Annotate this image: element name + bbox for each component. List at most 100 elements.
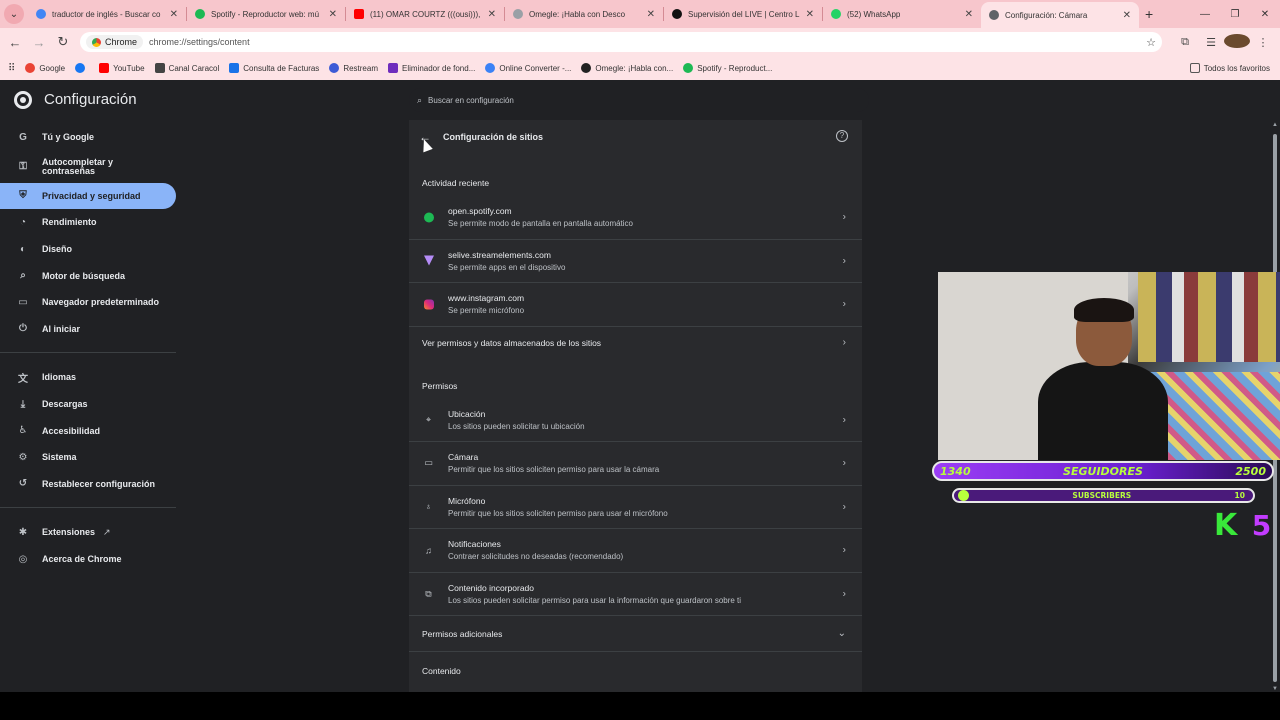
wrench-icon: ⚙ bbox=[18, 451, 28, 463]
tab-strip: ⌄ traductor de inglés - Buscar co ✕ Spoti… bbox=[0, 0, 1280, 28]
star-icon[interactable]: ☆ bbox=[1146, 36, 1156, 49]
close-icon[interactable]: ✕ bbox=[1123, 10, 1131, 21]
tab-6[interactable]: (52) WhatsApp ✕ bbox=[823, 0, 981, 28]
chevron-right-icon: › bbox=[842, 588, 846, 600]
caracol-icon bbox=[154, 63, 165, 73]
scroll-up-icon[interactable]: ▲ bbox=[1272, 122, 1278, 128]
sidebar-item-you-and-google[interactable]: G Tú y Google bbox=[0, 124, 180, 151]
bookmark-omegle[interactable]: Omegle: ¡Habla con... bbox=[581, 63, 673, 73]
folder-icon bbox=[1189, 63, 1200, 73]
permission-row-microphone[interactable]: ♁ Micrófono Permitir que los sitios soli… bbox=[409, 486, 862, 529]
tab-1[interactable]: traductor de inglés - Buscar co ✕ bbox=[28, 0, 186, 28]
extensions-icon[interactable]: ⧉ bbox=[1172, 36, 1198, 49]
sidebar-item-default-browser[interactable]: ▭ Navegador predeterminado bbox=[0, 289, 180, 316]
view-permissions-link[interactable]: Ver permisos y datos almacenados de los … bbox=[409, 327, 862, 359]
close-window-icon[interactable]: ✕ bbox=[1250, 9, 1280, 20]
key-icon: ⚿ bbox=[19, 161, 27, 173]
search-input[interactable]: ⌕ Buscar en configuración bbox=[409, 88, 869, 112]
recent-row-instagram[interactable]: www.instagram.com Se permite micrófono › bbox=[409, 283, 862, 327]
puzzle-icon: ✱ bbox=[18, 526, 28, 538]
close-icon[interactable]: ✕ bbox=[488, 9, 496, 20]
tab-7-active[interactable]: Configuración: Cámara ✕ bbox=[981, 2, 1139, 28]
reload-icon[interactable]: ↻ bbox=[51, 34, 75, 50]
settings-header: Configuración ⌕ Buscar en configuración bbox=[0, 80, 1280, 120]
bookmark-google[interactable]: Google bbox=[25, 63, 65, 73]
spotify-icon bbox=[195, 9, 205, 19]
translate-icon: 文 bbox=[18, 373, 28, 385]
profile-avatar[interactable] bbox=[1224, 33, 1250, 51]
bookmark-caracol[interactable]: Canal Caracol bbox=[154, 63, 219, 73]
chrome-icon: ◎ bbox=[18, 553, 28, 565]
chrome-icon bbox=[92, 37, 101, 47]
sidebar-item-search-engine[interactable]: ⌕ Motor de búsqueda bbox=[0, 262, 180, 289]
url-text[interactable]: chrome://settings/content bbox=[149, 37, 250, 47]
permission-row-notifications[interactable]: ♫ Notificaciones Contraer solicitudes no… bbox=[409, 529, 862, 573]
close-icon[interactable]: ✕ bbox=[329, 9, 337, 20]
address-bar[interactable]: Chrome chrome://settings/content ☆ bbox=[80, 32, 1162, 52]
bookmark-facebook[interactable] bbox=[75, 63, 89, 73]
close-icon[interactable]: ✕ bbox=[806, 9, 814, 20]
close-icon[interactable]: ✕ bbox=[647, 9, 655, 20]
tab-2[interactable]: Spotify - Reproductor web: mú ✕ bbox=[187, 0, 345, 28]
sidebar-item-system[interactable]: ⚙ Sistema bbox=[0, 444, 180, 471]
tab-3[interactable]: (11) OMAR COURTZ (((ousi))), ✕ bbox=[346, 0, 504, 28]
sidebar-item-languages[interactable]: 文 Idiomas bbox=[0, 364, 180, 391]
omegle-icon bbox=[513, 9, 523, 19]
sidebar-item-extensions[interactable]: ✱ Extensiones ↗ bbox=[0, 519, 180, 546]
followers-label: SEGUIDORES bbox=[1063, 464, 1143, 478]
additional-permissions-expander[interactable]: Permisos adicionales ⌄ bbox=[409, 616, 862, 652]
more-menu-icon[interactable]: ⋮ bbox=[1250, 36, 1276, 49]
tab-4[interactable]: Omegle: ¡Habla con Desco ✕ bbox=[505, 0, 663, 28]
bookmark-converter[interactable]: Online Converter -... bbox=[485, 63, 571, 73]
sidebar-item-appearance[interactable]: ◐ Diseño bbox=[0, 236, 180, 263]
sidebar-item-on-startup[interactable]: ⏻ Al iniciar bbox=[0, 316, 180, 343]
sidebar-item-accessibility[interactable]: ♿ Accesibilidad bbox=[0, 417, 180, 444]
bookmark-youtube[interactable]: YouTube bbox=[99, 63, 145, 73]
permission-row-camera[interactable]: ▭ Cámara Permitir que los sitios solicit… bbox=[409, 442, 862, 486]
recent-row-spotify[interactable]: open.spotify.com Se permite modo de pant… bbox=[409, 196, 862, 240]
window-controls: — ❐ ✕ bbox=[1190, 0, 1280, 28]
chevron-right-icon: › bbox=[842, 544, 846, 556]
toolbar: ← → ↻ Chrome chrome://settings/content ☆… bbox=[0, 28, 1280, 56]
sidebar-item-reset[interactable]: ↺ Restablecer configuración bbox=[0, 471, 180, 498]
help-icon[interactable]: ? bbox=[836, 130, 848, 142]
site-chip[interactable]: Chrome bbox=[86, 35, 144, 49]
bookmark-spotify[interactable]: Spotify - Reproduct... bbox=[683, 63, 772, 73]
sidebar: G Tú y Google ⚿ Autocompletar y contraseña… bbox=[0, 124, 180, 572]
power-icon: ⏻ bbox=[19, 323, 27, 335]
chevron-right-icon: › bbox=[842, 457, 846, 469]
sidebar-item-performance[interactable]: ◔ Rendimiento bbox=[0, 209, 180, 236]
browser-icon: ▭ bbox=[18, 296, 28, 308]
back-icon[interactable]: ← bbox=[3, 35, 27, 50]
bookmark-restream[interactable]: Restream bbox=[329, 63, 378, 73]
new-tab-button[interactable]: + bbox=[1145, 6, 1153, 22]
reading-list-icon[interactable]: ☰ bbox=[1198, 36, 1224, 49]
bookmark-eliminador[interactable]: Eliminador de fond... bbox=[388, 63, 475, 73]
all-bookmarks[interactable]: Todos los favoritos bbox=[1189, 63, 1270, 73]
progress-knob bbox=[958, 490, 969, 501]
permission-row-location[interactable]: ⌖ Ubicación Los sitios pueden solicitar … bbox=[409, 399, 862, 442]
chevron-right-icon: › bbox=[842, 255, 846, 267]
gear-icon bbox=[989, 10, 999, 20]
close-icon[interactable]: ✕ bbox=[965, 9, 973, 20]
forward-icon[interactable]: → bbox=[27, 35, 51, 50]
tab-search-button[interactable]: ⌄ bbox=[4, 4, 24, 24]
speedometer-icon: ◔ bbox=[19, 216, 27, 228]
minimize-icon[interactable]: — bbox=[1190, 9, 1220, 20]
subscribers-goal-bar: SUBSCRIBERS 10 bbox=[952, 488, 1255, 503]
recent-row-streamelements[interactable]: selive.streamelements.com Se permite app… bbox=[409, 240, 862, 283]
bookmark-facturas[interactable]: Consulta de Facturas bbox=[229, 63, 319, 73]
subscribers-goal: 10 bbox=[1234, 491, 1245, 500]
close-icon[interactable]: ✕ bbox=[170, 9, 178, 20]
channel-badge: K 5 bbox=[1214, 508, 1274, 543]
sidebar-item-autofill[interactable]: ⚿ Autocompletar y contraseñas bbox=[0, 151, 180, 183]
chevron-right-icon: › bbox=[842, 298, 846, 310]
tab-5[interactable]: Supervisión del LIVE | Centro L ✕ bbox=[664, 0, 822, 28]
apps-icon[interactable]: ⠿ bbox=[8, 63, 15, 74]
permission-row-embedded-content[interactable]: ⧉ Contenido incorporado Los sitios puede… bbox=[409, 573, 862, 616]
sidebar-item-privacy[interactable]: ⛨ Privacidad y seguridad bbox=[0, 182, 176, 210]
restore-icon[interactable]: ❐ bbox=[1220, 9, 1250, 20]
search-icon: ⌕ bbox=[417, 94, 423, 105]
sidebar-item-downloads[interactable]: ⤓ Descargas bbox=[0, 391, 180, 418]
sidebar-item-about[interactable]: ◎ Acerca de Chrome bbox=[0, 546, 180, 573]
